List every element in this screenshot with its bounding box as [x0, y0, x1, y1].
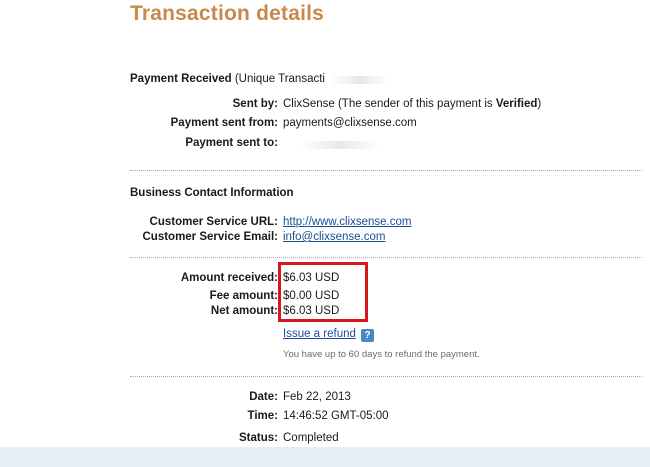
net-amount-label: Net amount:: [210, 305, 278, 317]
sent-from-label: Payment sent from:: [170, 117, 278, 129]
status-label: Status:: [239, 432, 278, 444]
divider: [130, 257, 642, 258]
issue-refund-link[interactable]: Issue a refund: [283, 328, 356, 340]
sent-from-value: payments@clixsense.com: [283, 117, 417, 129]
verified-badge-text: Verified: [495, 98, 538, 110]
amount-highlight-box: [278, 262, 368, 322]
business-contact-heading: Business Contact Information: [130, 187, 294, 199]
sent-by-label: Sent by:: [232, 98, 278, 110]
customer-service-url-link[interactable]: http://www.clixsense.com: [283, 216, 411, 228]
amount-received-label: Amount received:: [180, 272, 278, 284]
unique-transaction-text: (Unique Transacti: [231, 73, 325, 85]
time-value: 14:46:52 GMT-05:00: [283, 410, 389, 422]
time-label: Time:: [247, 410, 278, 422]
customer-service-email-link[interactable]: info@clixsense.com: [283, 231, 385, 243]
bottom-bar: [0, 447, 650, 467]
divider: [130, 170, 642, 171]
status-value: Completed: [283, 432, 339, 444]
payment-received-label: Payment Received: [130, 73, 232, 85]
customer-service-email-label: Customer Service Email:: [142, 231, 278, 243]
refund-note: You have up to 60 days to refund the pay…: [283, 349, 480, 360]
redacted-transaction-id: [330, 76, 390, 84]
redacted-recipient: [300, 141, 380, 149]
sent-by-value: ClixSense (The sender of this payment is…: [283, 98, 541, 110]
fee-amount-label: Fee amount:: [209, 290, 278, 302]
sent-to-label: Payment sent to:: [185, 137, 278, 149]
divider: [130, 376, 642, 377]
page-title: Transaction details: [130, 2, 325, 25]
date-label: Date:: [249, 391, 278, 403]
customer-service-url-label: Customer Service URL:: [149, 216, 278, 228]
sent-by-close: ): [537, 98, 542, 110]
help-icon[interactable]: ?: [361, 329, 374, 342]
payment-received-heading: Payment Received (Unique Transacti: [130, 73, 325, 85]
sent-by-text: ClixSense (The sender of this payment is: [283, 98, 496, 110]
date-value: Feb 22, 2013: [283, 391, 351, 403]
